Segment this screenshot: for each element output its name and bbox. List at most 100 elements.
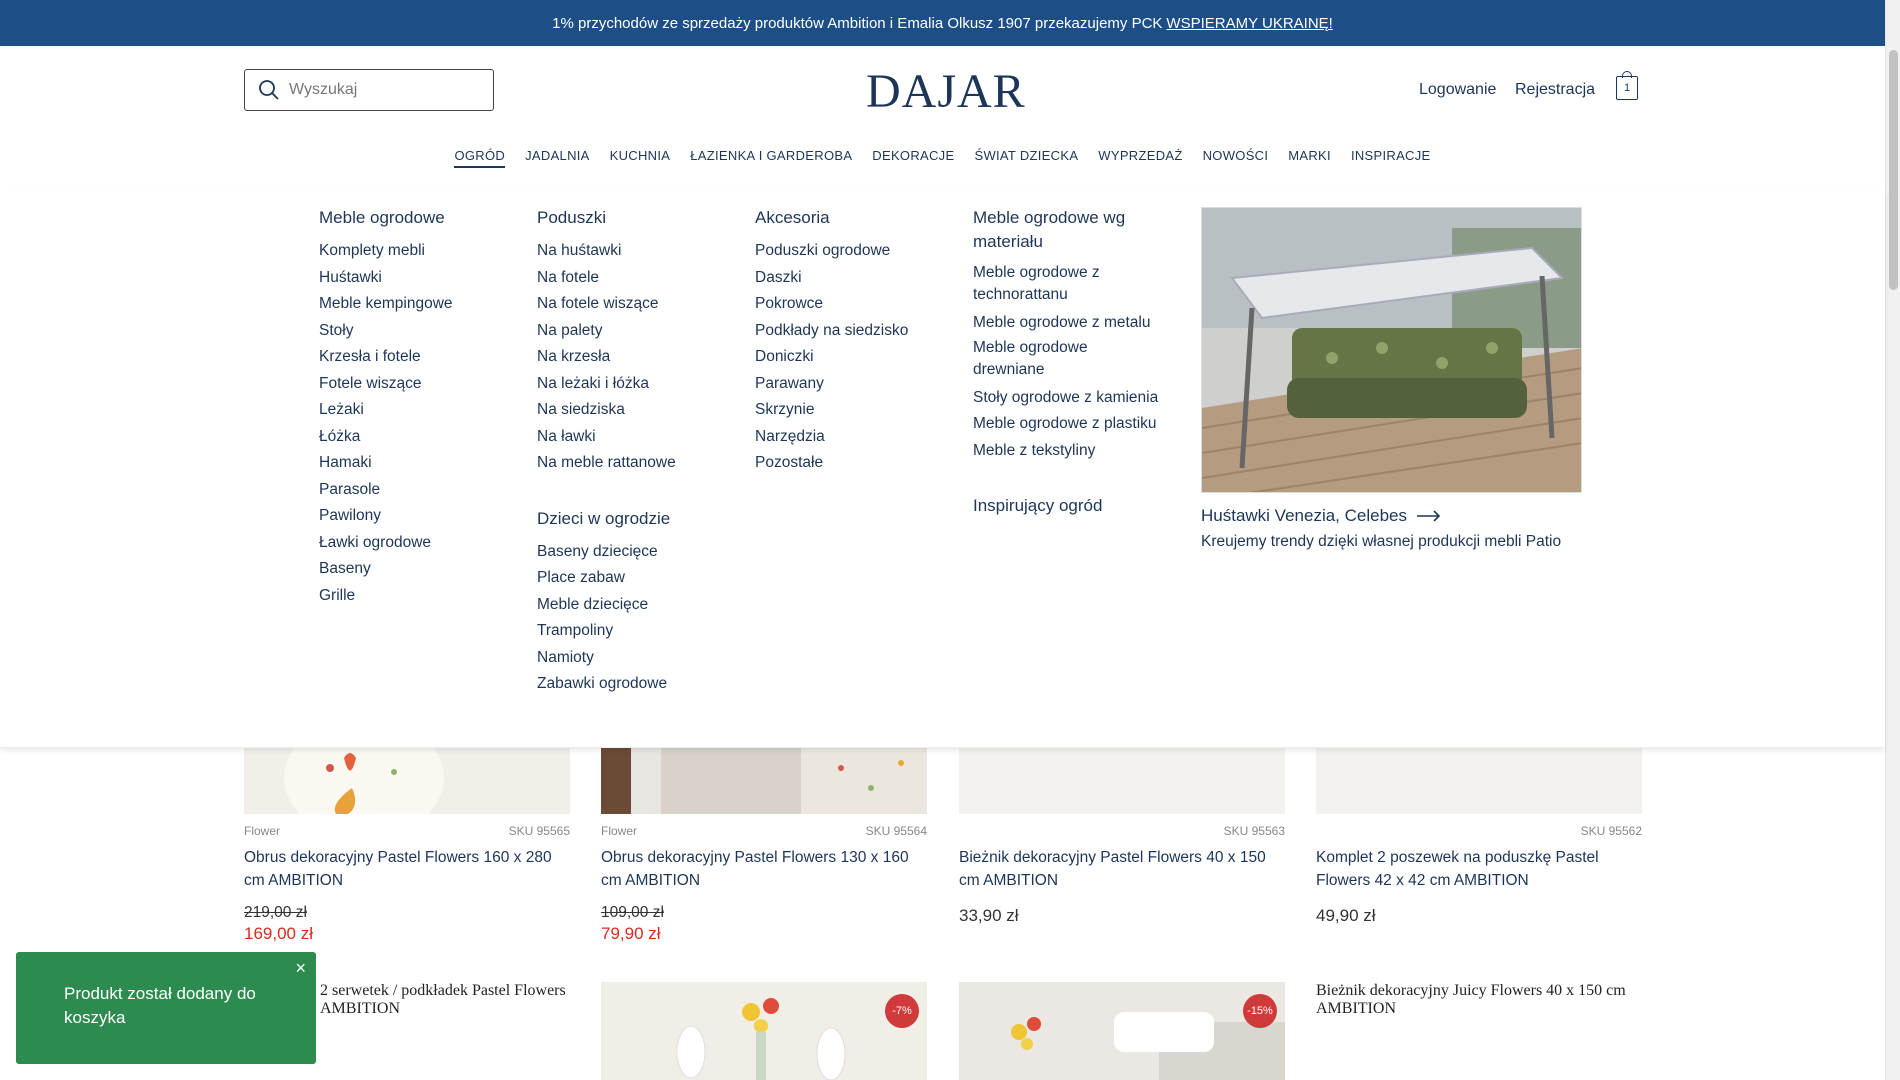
scrollbar-thumb[interactable]	[1889, 50, 1898, 290]
menu-item[interactable]: Huśtawki	[319, 265, 519, 292]
product-name[interactable]: Obrus dekoracyjny Pastel Flowers 160 x 2…	[244, 846, 570, 892]
menu-item[interactable]: Trampoliny	[537, 618, 737, 645]
menu-heading[interactable]: Meble ogrodowe wg materiału	[973, 206, 1163, 254]
nav-wyprzedaz[interactable]: WYPRZEDAŻ	[1098, 148, 1182, 168]
menu-item[interactable]: Meble ogrodowe z metalu	[973, 310, 1163, 337]
menu-item[interactable]: Hamaki	[319, 450, 519, 477]
menu-item[interactable]: Baseny	[319, 556, 519, 583]
menu-item[interactable]: Meble kempingowe	[319, 291, 519, 318]
menu-item[interactable]: Ławki ogrodowe	[319, 530, 519, 557]
menu-item[interactable]: Skrzynie	[755, 397, 955, 424]
product-image-art	[601, 982, 927, 1080]
nav-marki[interactable]: MARKI	[1288, 148, 1331, 168]
menu-item[interactable]: Place zabaw	[537, 565, 737, 592]
nav-swiat-dziecka[interactable]: ŚWIAT DZIECKA	[974, 148, 1078, 168]
menu-item[interactable]: Na fotele wiszące	[537, 291, 737, 318]
login-link[interactable]: Logowanie	[1419, 81, 1496, 99]
menu-item[interactable]: Na ławki	[537, 424, 737, 451]
nav-kuchnia[interactable]: KUCHNIA	[610, 148, 671, 168]
menu-heading[interactable]: Poduszki	[537, 206, 737, 230]
menu-item[interactable]: Stoły	[319, 318, 519, 345]
nav-lazienka[interactable]: ŁAZIENKA I GARDEROBA	[690, 148, 852, 168]
menu-item[interactable]: Namioty	[537, 645, 737, 672]
menu-item[interactable]: Narzędzia	[755, 424, 955, 451]
menu-item[interactable]: Komplety mebli	[319, 238, 519, 265]
menu-item[interactable]: Na leżaki i łóżka	[537, 371, 737, 398]
menu-item[interactable]: Daszki	[755, 265, 955, 292]
product-price: 79,90 zł	[601, 924, 661, 943]
product-image[interactable]	[1316, 748, 1642, 814]
product-card[interactable]: SKU 95563 Bieżnik dekoracyjny Pastel Flo…	[959, 748, 1285, 926]
nav-dekoracje[interactable]: DEKORACJE	[872, 148, 954, 168]
product-card[interactable]: SKU 95562 Komplet 2 poszewek na poduszkę…	[1316, 748, 1642, 926]
discount-badge: -15%	[1243, 994, 1277, 1028]
nav-ogrod[interactable]: OGRÓD	[454, 148, 506, 168]
product-image[interactable]	[601, 748, 927, 814]
product-image[interactable]	[244, 748, 570, 814]
menu-item[interactable]: Poduszki ogrodowe	[755, 238, 955, 265]
register-link[interactable]: Rejestracja	[1515, 81, 1595, 99]
menu-heading[interactable]: Akcesoria	[755, 206, 955, 230]
nav-nowosci[interactable]: NOWOŚCI	[1203, 148, 1269, 168]
menu-item[interactable]: Podkłady na siedzisko	[755, 318, 955, 345]
menu-item[interactable]: Grille	[319, 583, 519, 610]
menu-item[interactable]: Parasole	[319, 477, 519, 504]
menu-item[interactable]: Pozostałe	[755, 450, 955, 477]
product-tile[interactable]: -7%	[601, 982, 927, 1080]
menu-list: Meble ogrodowe z technorattanu Meble ogro…	[973, 262, 1163, 464]
cart-count: 1	[1623, 82, 1631, 94]
feature-link[interactable]: Huśtawki Venezia, Celebes	[1201, 506, 1441, 526]
product-name[interactable]: Obrus dekoracyjny Pastel Flowers 130 x 1…	[601, 846, 927, 892]
menu-item[interactable]: Pawilony	[319, 503, 519, 530]
product-name[interactable]: Komplet 2 poszewek na poduszkę Pastel Fl…	[1316, 846, 1642, 892]
menu-item[interactable]: Fotele wiszące	[319, 371, 519, 398]
logo[interactable]: DAJAR	[866, 64, 1026, 119]
menu-item[interactable]: Parawany	[755, 371, 955, 398]
menu-item[interactable]: Meble dziecięce	[537, 592, 737, 619]
product-brand: Flower	[244, 824, 281, 838]
scrollbar[interactable]	[1885, 0, 1900, 1080]
menu-item[interactable]: Na meble rattanowe	[537, 450, 737, 477]
nav-jadalnia[interactable]: JADALNIA	[525, 148, 590, 168]
discount-badge: -7%	[885, 994, 919, 1028]
cart-button[interactable]: 1	[1616, 71, 1638, 100]
menu-item[interactable]: Zabawki ogrodowe	[537, 671, 737, 698]
menu-item[interactable]: Na krzesła	[537, 344, 737, 371]
menu-item[interactable]: Łóżka	[319, 424, 519, 451]
menu-item[interactable]: Doniczki	[755, 344, 955, 371]
menu-col-akcesoria: Akcesoria Poduszki ogrodowe Daszki Pokrowc…	[755, 206, 955, 477]
menu-heading[interactable]: Dzieci w ogrodzie	[537, 507, 737, 531]
product-card[interactable]: Flower SKU 95565 Obrus dekoracyjny Pastel…	[244, 748, 570, 944]
feature-image[interactable]	[1201, 207, 1582, 493]
menu-item[interactable]: Pokrowce	[755, 291, 955, 318]
menu-item[interactable]: Meble ogrodowe drewniane	[973, 337, 1163, 381]
search-input[interactable]	[289, 81, 479, 99]
menu-item[interactable]: Leżaki	[319, 397, 519, 424]
product-image-art	[244, 748, 570, 814]
menu-heading[interactable]: Inspirujący ogród	[973, 494, 1163, 518]
menu-item[interactable]: Na huśtawki	[537, 238, 737, 265]
search-box[interactable]	[244, 69, 494, 111]
close-icon[interactable]: ×	[295, 958, 306, 979]
product-card[interactable]: Flower SKU 95564 Obrus dekoracyjny Pastel…	[601, 748, 927, 944]
product-tile[interactable]: -15%	[959, 982, 1285, 1080]
menu-item[interactable]: Stoły ogrodowe z kamienia	[973, 385, 1163, 412]
menu-heading[interactable]: Meble ogrodowe	[319, 206, 519, 230]
menu-item[interactable]: Na fotele	[537, 265, 737, 292]
product-image[interactable]	[959, 748, 1285, 814]
menu-item[interactable]: Krzesła i fotele	[319, 344, 519, 371]
product-image-alt[interactable]: 2 serwetek / podkładek Pastel Flowers AM…	[320, 982, 570, 1018]
menu-item[interactable]: Baseny dziecięce	[537, 539, 737, 566]
menu-item[interactable]: Meble ogrodowe z plastiku	[973, 411, 1163, 438]
menu-item[interactable]: Meble ogrodowe z technorattanu	[973, 262, 1163, 306]
promo-link[interactable]: WSPIERAMY UKRAINĘ!	[1166, 15, 1332, 32]
menu-col-poduszki: Poduszki Na huśtawki Na fotele Na fotele w…	[537, 206, 737, 698]
nav-inspiracje[interactable]: INSPIRACJE	[1351, 148, 1431, 168]
product-image-alt[interactable]: Bieżnik dekoracyjny Juicy Flowers 40 x 1…	[1316, 982, 1646, 1018]
menu-item[interactable]: Meble z tekstyliny	[973, 438, 1163, 465]
menu-item[interactable]: Na siedziska	[537, 397, 737, 424]
product-name[interactable]: Bieżnik dekoracyjny Pastel Flowers 40 x …	[959, 846, 1285, 892]
product-sku: SKU 95562	[1580, 824, 1642, 838]
menu-item[interactable]: Na palety	[537, 318, 737, 345]
product-old-price: 109,00 zł	[601, 904, 664, 921]
